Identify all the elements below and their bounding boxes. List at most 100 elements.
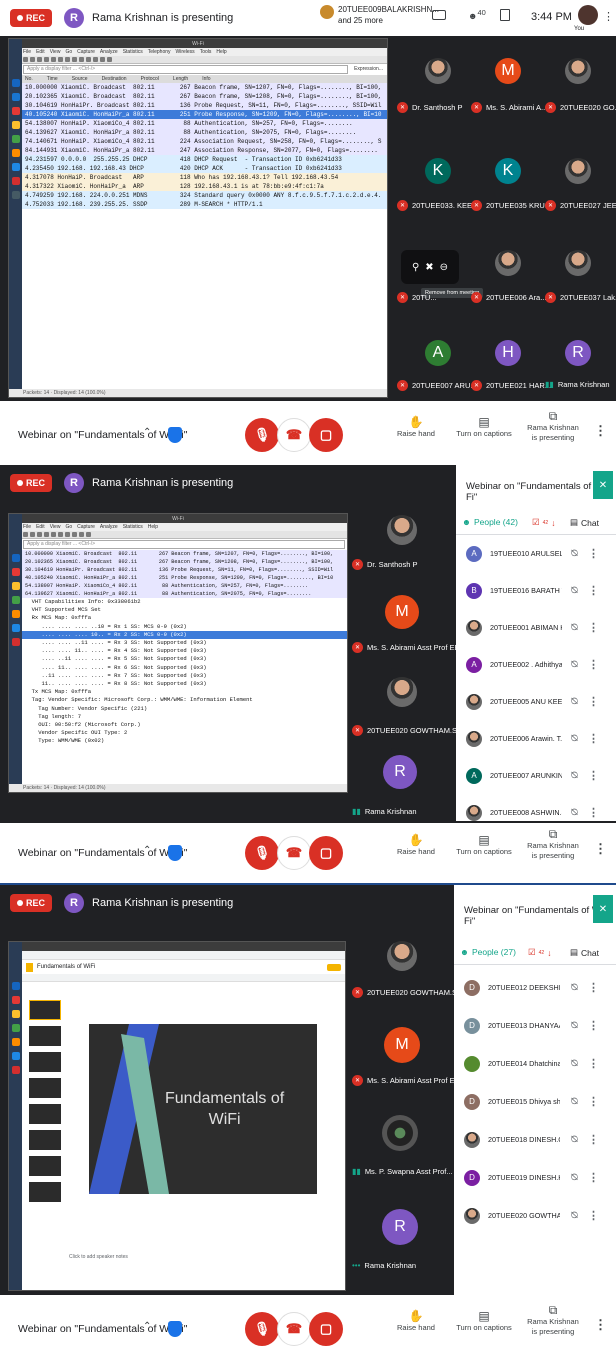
leave-call-button[interactable]: ☎ [277,418,311,452]
presenting-button[interactable]: ⧉ Rama Krishnan is presenting [527,410,579,443]
detail-line[interactable]: .... 11.. .... .... = Rx 6 SS: Not Suppo… [9,663,347,672]
people-row[interactable]: A 20TUEE007 ARUNKING... ⦰ ⋮ [456,757,616,794]
remove-icon[interactable]: ⊖ [440,262,448,273]
slide-thumbnail[interactable] [29,1104,61,1124]
present-button[interactable] [327,963,341,971]
detail-line[interactable]: Rx MCS Map: 0xfffa [9,614,347,623]
packet-row[interactable]: 20.102365 XiaomiC. Broadcast 802.11 267 … [9,558,347,566]
camera-toggle-button[interactable]: ▢ [309,418,343,452]
captions-button[interactable]: ▤ Turn on captions [456,416,512,439]
packet-row[interactable]: 4.317078 HonHaiP. Broadcast ARP 118 Who … [9,173,387,182]
presenting-button[interactable]: ⧉ Rama Krishnan is presenting [527,828,579,861]
raise-hand-button[interactable]: ✋ Raise hand [396,416,436,439]
participant-tile[interactable]: R [380,755,420,789]
more-options-icon[interactable]: ⋮ [588,621,599,634]
participant-tile[interactable]: M [382,595,422,629]
people-row[interactable]: 20TUEE018 DINESH.C ⦰ ⋮ [454,1121,616,1158]
pin-icon[interactable]: ⚲ [412,262,419,273]
document-title[interactable]: Fundamentals of WiFi [37,964,95,970]
more-options-icon[interactable]: ⋮ [588,732,599,745]
packet-row[interactable]: 30.104619 HonHaiPr. Broadcast 802.11 136… [9,566,347,574]
detail-line[interactable]: ..11 .... .... .... = Rx 7 SS: Not Suppo… [9,671,347,681]
slide-thumbnail[interactable] [29,1078,61,1098]
people-row[interactable]: D 20TUEE013 DHANYAA.N ⦰ ⋮ [454,1007,616,1044]
tab-chat[interactable]: ▤ Chat [570,947,599,958]
detail-line[interactable]: .... ..11 .... .... = Rx 5 SS: Not Suppo… [9,655,347,664]
slide-thumbnail[interactable] [29,1156,61,1176]
slide-thumbnail[interactable] [29,1026,61,1046]
participants-icon[interactable]: ☻40 [468,8,486,21]
leave-call-button[interactable]: ☎ [277,836,311,870]
detail-line[interactable]: OUI: 00:50:f2 (Microsoft Corp.) [9,721,347,730]
display-filter-input[interactable]: Apply a display filter ... <Ctrl-/> [23,65,349,74]
tab-people[interactable]: ☻ People (27) [460,947,516,957]
mic-toggle-button[interactable]: 🎙 [245,836,279,870]
packet-row[interactable]: 64.139627 XiaomiC. HonHaiPr_a 802.11 88 … [9,590,347,598]
captions-button[interactable]: ▤ Turn on captions [456,1310,512,1333]
participant-tile[interactable]: K [473,158,543,184]
participant-tile[interactable]: R [543,340,613,366]
people-row[interactable]: 20TUEE020 GOWTHA... ⦰ ⋮ [454,1197,616,1234]
more-options-icon[interactable]: ⋮ [588,1171,599,1184]
packet-row[interactable]: 74.140671 HonHaiP. XiaomiCo_4 802.11 224… [9,137,387,146]
shield-icon[interactable] [168,427,182,443]
packet-row[interactable]: 84.144931 XiaomiC. HonHaiPr_a 802.11 247… [9,146,387,155]
packet-row[interactable]: 54.138007 HonHaiP. XiaomiCo_4 802.11 88 … [9,582,347,590]
people-row[interactable]: B 19TUEE016 BARATH VIG... ⦰ ⋮ [456,572,616,609]
presenting-button[interactable]: ⧉ Rama Krishnan is presenting [527,1304,579,1337]
participant-tile[interactable]: R [380,1209,420,1245]
chevron-up-icon[interactable]: ⌃ [143,845,151,856]
detail-line[interactable]: Tag length: 7 [9,712,347,722]
shield-icon[interactable] [168,1321,182,1337]
slide-canvas[interactable]: Fundamentals of WiFi [89,1024,317,1194]
mute-participant-icon[interactable]: ✖ [425,262,433,273]
more-options-icon[interactable]: ⋮ [594,1317,607,1333]
people-row[interactable]: 20TUEE005 ANU KEERT... ⦰ ⋮ [456,683,616,720]
people-row[interactable]: D 20TUEE012 DEEKSHITH... ⦰ ⋮ [454,969,616,1006]
more-options-icon[interactable]: ⋮ [588,769,599,782]
packet-row[interactable]: 10.000000 XiaomiC. Broadcast 802.11 267 … [9,83,387,92]
participant-tile[interactable]: M [473,58,543,84]
people-row[interactable]: A 19TUEE010 ARULSELVI... ⦰ ⋮ [456,535,616,572]
more-options-icon[interactable]: ⋮ [588,695,599,708]
people-row[interactable]: D 20TUEE015 Dhivya shri T ⦰ ⋮ [454,1083,616,1120]
participant-tile[interactable]: A [403,340,473,366]
detail-line[interactable]: .... .... .... ..10 = Rx 1 SS: MCS 0-9 (… [9,622,347,631]
more-options-icon[interactable]: ⋮ [588,1133,599,1146]
more-options-icon[interactable]: ⋮ [588,806,599,819]
participant-tile[interactable]: K [403,158,473,184]
detail-line[interactable]: Tx MCS Map: 0xfffa [9,688,347,697]
detail-line[interactable]: Tag Number: Vendor Specific (221) [9,704,347,713]
detail-line[interactable]: Type: WMM/WME (0x02) [9,737,347,746]
raise-hand-count[interactable]: ☑ 42 ↓ [528,947,551,958]
slide-thumbnail[interactable] [29,1052,61,1072]
participant-tile[interactable] [543,58,613,84]
participant-tile[interactable] [543,250,613,276]
captions-button[interactable]: ▤ Turn on captions [456,834,512,857]
more-options-icon[interactable]: ⋮ [588,658,599,671]
packet-row[interactable]: 4.235450 192.168. 192.168.43 DHCP 420 DH… [9,164,387,173]
packet-row[interactable]: 30.104619 HonHaiPr. Broadcast 802.11 136… [9,101,387,110]
display-filter-input[interactable]: Apply a display filter ... <Ctrl-/> [23,540,345,549]
detail-line[interactable]: .... .... 11.. .... = Rx 4 SS: Not Suppo… [9,647,347,656]
close-panel-button[interactable]: ✕ [593,895,613,923]
participant-tile[interactable] [473,250,543,276]
detail-line-selected[interactable]: .... .... .... 10.. = Rx 2 SS: MCS 0-9 (… [9,630,347,640]
participant-tile[interactable] [382,677,422,707]
participant-tile[interactable] [543,158,613,184]
chevron-up-icon[interactable]: ⌃ [143,1321,151,1332]
participant-tile[interactable]: M [382,1027,422,1063]
close-panel-button[interactable]: ✕ [593,471,613,499]
present-screen-icon[interactable] [432,10,446,20]
slide-thumbnail[interactable] [29,1130,61,1150]
more-options-icon[interactable]: ⋮ [588,547,599,560]
packet-row[interactable]: 94.231597 0.0.0.0 255.255.25 DHCP 418 DH… [9,155,387,164]
packet-row[interactable]: 64.139627 XiaomiC. HonHaiPr_a 802.11 88 … [9,128,387,137]
packet-row-selected[interactable]: 40.105240 XiaomiC. HonHaiPr_a 802.11 251… [9,110,387,119]
packet-row[interactable]: 4.752033 192.168. 239.255.25. SSDP 289 M… [9,200,387,209]
slide-thumbnail[interactable] [29,1182,61,1202]
people-row[interactable]: D 20TUEE019 DINESH.K ⦰ ⋮ [454,1159,616,1196]
participant-tile[interactable]: H [473,340,543,366]
packet-row[interactable]: 20.102365 XiaomiC. Broadcast 802.11 267 … [9,92,387,101]
more-options-icon[interactable]: ⋮ [588,1019,599,1032]
